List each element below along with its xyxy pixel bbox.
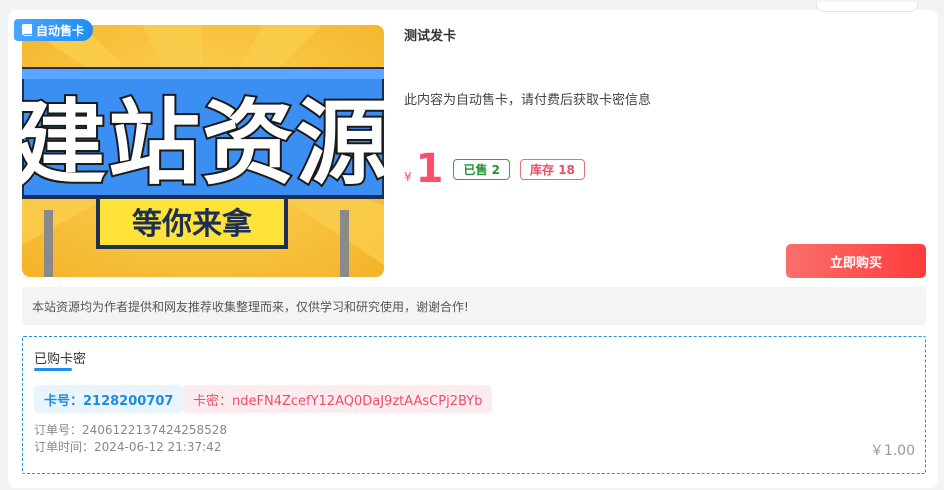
card-number-chip[interactable]: 卡号：2128200707 — [34, 385, 184, 413]
product-title: 测试发卡 — [404, 29, 457, 44]
product-price: 1 — [415, 146, 444, 192]
card-key-chip[interactable]: 卡密：ndeFN4ZcefY12AQ0DaJ9ztAAsCPj2BYb — [183, 385, 493, 413]
purchased-title: 已购卡密 — [34, 352, 87, 367]
site-notice: 本站资源均为作者提供和网友推荐收集整理而来，仅供学习和研究使用，谢谢合作! — [22, 287, 926, 325]
product-thumbnail[interactable]: 建站资源 等你来拿 — [22, 25, 384, 277]
purchased-cards-panel: 已购卡密 卡号：2128200707 卡密：ndeFN4ZcefY12AQ0Da… — [22, 336, 926, 474]
sold-count-tag: 已售 2 — [453, 159, 511, 180]
order-amount: ￥1.00 — [869, 443, 915, 459]
badge-label: 自动售卡 — [36, 23, 85, 38]
currency-symbol: ¥ — [404, 170, 412, 184]
top-tab-edge — [816, 2, 918, 12]
buy-now-button[interactable]: 立即购买 — [786, 244, 926, 278]
stock-count-tag: 库存 18 — [520, 159, 585, 180]
order-time: 订单时间：2024-06-12 21:37:42 — [34, 440, 222, 454]
price-row: ¥ 1 已售 2 库存 18 — [404, 149, 595, 189]
banner-sub-text: 等你来拿 — [132, 207, 252, 242]
purchased-title-underline — [34, 368, 72, 371]
product-description: 此内容为自动售卡，请付费后获取卡密信息 — [404, 93, 652, 108]
book-icon — [22, 24, 32, 36]
banner-image: 建站资源 等你来拿 — [22, 25, 384, 277]
product-info: 测试发卡 此内容为自动售卡，请付费后获取卡密信息 ¥ 1 已售 2 库存 18 — [404, 25, 924, 189]
banner-big-text: 建站资源 — [22, 90, 384, 197]
auto-sale-badge: 自动售卡 — [14, 19, 94, 41]
order-number: 订单号：2406122137424258528 — [34, 423, 228, 437]
